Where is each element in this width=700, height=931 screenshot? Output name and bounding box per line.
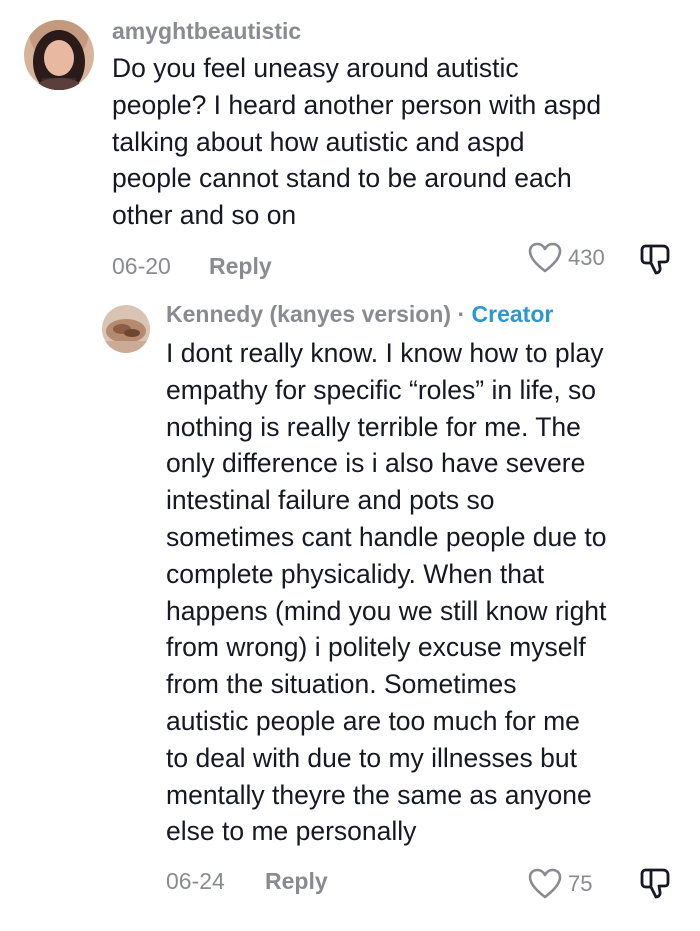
like-count: 75 — [568, 871, 593, 896]
avatar[interactable] — [102, 305, 150, 353]
avatar-image — [102, 305, 150, 353]
creator-badge: Creator — [471, 301, 554, 327]
reply-button[interactable]: Reply — [265, 868, 328, 895]
avatar[interactable] — [24, 20, 94, 90]
reply-text: I dont really know. I know how to play e… — [166, 338, 607, 847]
comment-text: Do you feel uneasy around autistic peopl… — [112, 53, 602, 231]
heart-icon — [528, 242, 562, 273]
comment-username[interactable]: amyghtbeautistic — [112, 18, 301, 45]
avatar-image — [24, 20, 94, 90]
like-count: 430 — [568, 245, 605, 270]
comment-date: 06-20 — [112, 253, 171, 279]
reply-username-row: Kennedy (kanyes version) · Creator — [166, 301, 553, 328]
separator-dot: · — [457, 301, 466, 327]
thumbs-down-icon — [640, 244, 670, 275]
reply-username[interactable]: Kennedy (kanyes version) — [166, 301, 451, 327]
like-button[interactable]: 430 — [528, 242, 605, 274]
dislike-button[interactable] — [639, 242, 675, 281]
comment-1: amyghtbeautistic Do you feel uneasy arou… — [0, 0, 700, 290]
heart-icon — [528, 868, 562, 899]
reply-date: 06-24 — [166, 868, 225, 894]
dislike-button[interactable] — [639, 866, 675, 905]
reply-button[interactable]: Reply — [209, 253, 272, 280]
like-button[interactable]: 75 — [528, 868, 592, 900]
thumbs-down-icon — [640, 868, 670, 899]
comment-2: Kennedy (kanyes version) · Creator I don… — [0, 290, 700, 931]
